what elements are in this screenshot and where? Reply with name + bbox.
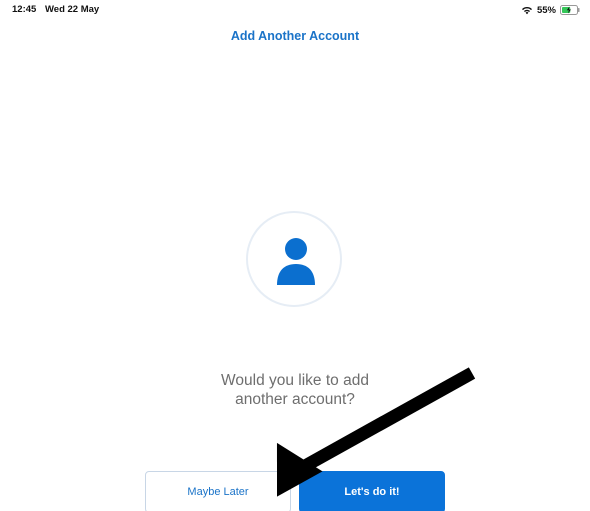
avatar [246,211,342,307]
status-indicators: 55% [521,3,580,17]
lets-do-it-button[interactable]: Let's do it! [299,471,445,511]
maybe-later-button[interactable]: Maybe Later [145,471,291,511]
battery-percent: 55% [536,4,556,16]
prompt-line-1: Would you like to add [221,372,369,389]
status-time: 12:45 [12,4,37,15]
prompt-text: Would you like to add another account? [195,371,395,409]
status-date: Wed 22 May [45,4,100,15]
battery-charging-icon [560,5,580,15]
status-bar: 12:45 Wed 22 May 55% [0,0,590,20]
wifi-icon [521,6,532,15]
page-title: Add Another Account [230,29,360,43]
person-icon [277,238,315,285]
prompt-line-2: another account? [235,391,355,408]
